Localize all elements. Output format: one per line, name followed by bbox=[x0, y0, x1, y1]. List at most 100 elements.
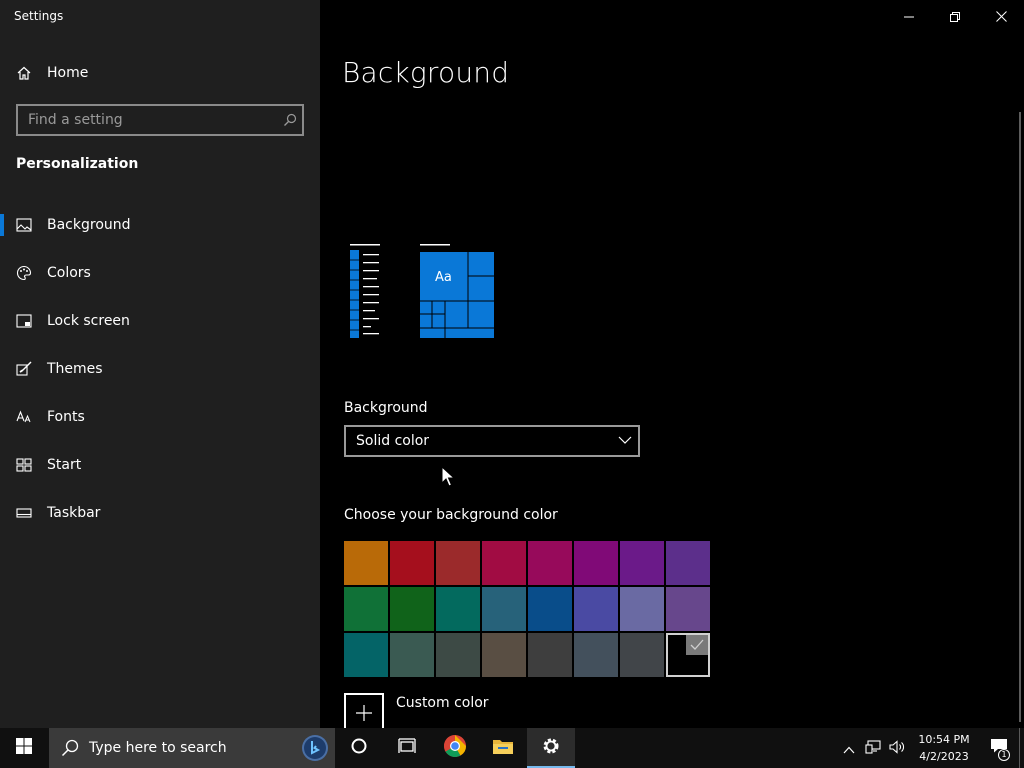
color-swatch[interactable] bbox=[344, 541, 388, 585]
custom-color-button[interactable]: Custom color bbox=[344, 693, 489, 733]
color-swatch[interactable] bbox=[344, 587, 388, 631]
cortana-circle-icon bbox=[350, 737, 368, 759]
action-center-button[interactable]: 1 bbox=[979, 728, 1019, 768]
color-swatch[interactable] bbox=[574, 541, 618, 585]
window-controls bbox=[886, 0, 1024, 32]
start-layout-icon bbox=[16, 458, 47, 472]
cortana-button[interactable] bbox=[335, 728, 383, 768]
minimize-button[interactable] bbox=[886, 0, 932, 32]
sidebar-item-colors[interactable]: Colors bbox=[0, 253, 320, 293]
sidebar-item-themes[interactable]: Themes bbox=[0, 349, 320, 389]
sidebar-item-fonts[interactable]: Fonts bbox=[0, 397, 320, 437]
bing-icon[interactable] bbox=[301, 734, 329, 762]
minimize-icon bbox=[904, 7, 914, 26]
section-title: Personalization bbox=[16, 156, 139, 172]
color-swatch[interactable] bbox=[436, 587, 480, 631]
color-swatch[interactable] bbox=[620, 541, 664, 585]
windows-logo-icon bbox=[16, 738, 32, 758]
color-swatch[interactable] bbox=[528, 587, 572, 631]
color-swatch[interactable] bbox=[482, 587, 526, 631]
background-dropdown-value: Solid color bbox=[356, 433, 430, 449]
settings-taskbar-button[interactable] bbox=[527, 728, 575, 768]
plus-icon[interactable] bbox=[344, 693, 384, 733]
restore-button[interactable] bbox=[932, 0, 978, 32]
background-preview: Aa bbox=[342, 236, 522, 350]
find-setting-search[interactable]: Find a setting bbox=[16, 104, 304, 136]
clock-date: 4/2/2023 bbox=[919, 750, 969, 763]
close-button[interactable] bbox=[978, 0, 1024, 32]
chrome-icon bbox=[443, 734, 467, 762]
color-swatch[interactable] bbox=[390, 541, 434, 585]
sidebar-item-label: Lock screen bbox=[47, 313, 130, 329]
home-label: Home bbox=[47, 65, 89, 81]
folder-icon bbox=[492, 737, 514, 759]
sidebar-item-label: Taskbar bbox=[47, 505, 101, 521]
color-swatch[interactable] bbox=[528, 541, 572, 585]
color-swatch[interactable] bbox=[436, 633, 480, 677]
chevron-up-icon bbox=[843, 739, 855, 758]
color-swatch[interactable] bbox=[528, 633, 572, 677]
sidebar-item-label: Colors bbox=[47, 265, 91, 281]
preview-tile-text: Aa bbox=[435, 270, 452, 285]
color-swatch[interactable] bbox=[666, 541, 710, 585]
search-placeholder[interactable]: Find a setting bbox=[18, 112, 278, 128]
home-icon bbox=[16, 65, 47, 81]
gear-icon bbox=[541, 736, 561, 760]
search-icon[interactable] bbox=[278, 113, 302, 127]
start-button[interactable] bbox=[0, 728, 48, 768]
taskbar-search-placeholder: Type here to search bbox=[89, 740, 227, 756]
color-swatch[interactable] bbox=[482, 541, 526, 585]
sidebar-item-label: Themes bbox=[47, 361, 103, 377]
color-swatch[interactable] bbox=[666, 633, 710, 677]
scrollbar[interactable] bbox=[1019, 112, 1021, 722]
background-label: Background bbox=[344, 400, 428, 416]
palette-icon bbox=[16, 265, 47, 281]
checkmark-icon bbox=[686, 635, 708, 655]
color-swatch-grid bbox=[344, 541, 710, 677]
color-swatch[interactable] bbox=[482, 633, 526, 677]
background-dropdown[interactable]: Solid color bbox=[344, 425, 640, 457]
sidebar-item-lock-screen[interactable]: Lock screen bbox=[0, 301, 320, 341]
notification-badge: 1 bbox=[998, 749, 1010, 761]
taskbar-search-box[interactable]: Type here to search bbox=[49, 728, 335, 768]
taskbar-icon bbox=[16, 507, 47, 519]
image-icon bbox=[16, 218, 47, 232]
task-view-icon bbox=[398, 738, 416, 758]
sidebar-item-label: Start bbox=[47, 457, 82, 473]
color-swatch[interactable] bbox=[666, 587, 710, 631]
sidebar: Settings Home Find a setting Personaliza… bbox=[0, 0, 320, 728]
main-content: Background Aa Background Solid color Cho… bbox=[320, 0, 1024, 733]
show-desktop-button[interactable] bbox=[1019, 728, 1024, 768]
color-label: Choose your background color bbox=[344, 507, 558, 523]
color-swatch[interactable] bbox=[344, 633, 388, 677]
file-explorer-button[interactable] bbox=[479, 728, 527, 768]
chrome-button[interactable] bbox=[431, 728, 479, 768]
sidebar-item-background[interactable]: Background bbox=[0, 205, 320, 245]
color-swatch[interactable] bbox=[574, 587, 618, 631]
sidebar-item-start[interactable]: Start bbox=[0, 445, 320, 485]
lock-screen-icon bbox=[16, 314, 47, 328]
clock-time: 10:54 PM bbox=[918, 733, 970, 746]
color-swatch[interactable] bbox=[574, 633, 618, 677]
color-swatch[interactable] bbox=[620, 633, 664, 677]
show-hidden-icons-button[interactable] bbox=[837, 728, 861, 768]
nav-home[interactable]: Home bbox=[16, 61, 296, 85]
color-swatch[interactable] bbox=[390, 587, 434, 631]
speaker-icon bbox=[889, 739, 905, 758]
active-indicator bbox=[0, 214, 4, 236]
sidebar-item-taskbar[interactable]: Taskbar bbox=[0, 493, 320, 533]
color-swatch[interactable] bbox=[620, 587, 664, 631]
mouse-cursor-icon bbox=[441, 465, 456, 492]
close-icon bbox=[995, 7, 1007, 26]
font-icon bbox=[16, 409, 47, 425]
taskbar: Type here to search 10:54 PM 4/2/2023 1 bbox=[0, 728, 1024, 768]
network-button[interactable] bbox=[861, 728, 885, 768]
app-title: Settings bbox=[14, 9, 64, 23]
volume-button[interactable] bbox=[885, 728, 909, 768]
taskbar-clock[interactable]: 10:54 PM 4/2/2023 bbox=[909, 731, 979, 765]
color-swatch[interactable] bbox=[390, 633, 434, 677]
search-icon bbox=[61, 739, 79, 757]
task-view-button[interactable] bbox=[383, 728, 431, 768]
color-swatch[interactable] bbox=[436, 541, 480, 585]
restore-icon bbox=[950, 7, 960, 26]
